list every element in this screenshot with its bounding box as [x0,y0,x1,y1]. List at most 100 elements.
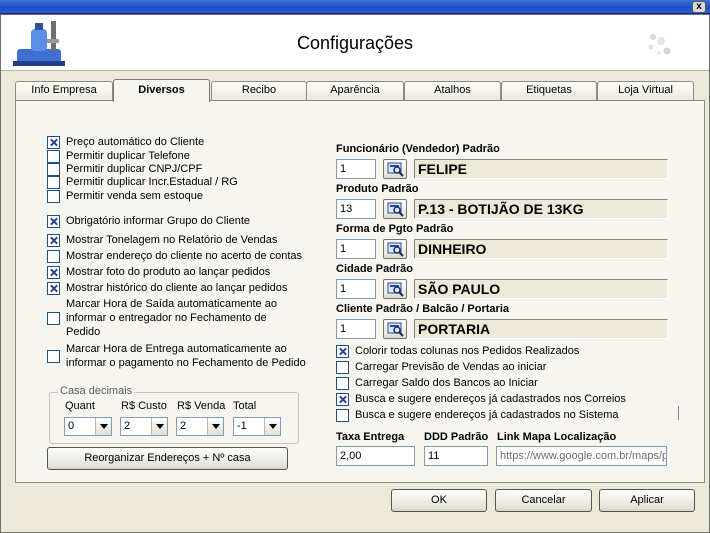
cancel-button[interactable]: Cancelar [495,489,592,512]
option-busca-correios[interactable]: Busca e sugere endereços já cadastrados … [336,392,686,406]
ddd-padrao-input[interactable]: 11 [424,446,488,466]
venda-select[interactable]: 2 [176,417,224,436]
checkbox[interactable] [47,215,60,228]
option-carregar-previsao[interactable]: Carregar Previsão de Vendas ao iniciar [336,360,686,374]
dialog-title: Configurações [296,33,414,53]
tab-strip: Info Empresa Diversos Recibo Aparência A… [15,79,705,102]
option-label: Busca e sugere endereços já cadastrados … [355,393,626,405]
quant-label: Quant [65,400,95,412]
option-label: Marcar Hora de Saída automaticamente ao … [66,298,277,338]
option-label: Mostrar histórico do cliente ao lançar p… [66,282,288,294]
cidade-code-input[interactable]: 1 [336,279,376,299]
option-hora-saida[interactable]: Marcar Hora de Saída automaticamente ao … [47,297,302,339]
ok-button[interactable]: OK [391,489,487,512]
close-button[interactable]: x [692,1,706,13]
checkbox[interactable] [336,393,349,406]
total-label: Total [233,400,257,412]
tab-info-empresa[interactable]: Info Empresa [15,81,113,100]
funcionario-label: Funcionário (Vendedor) Padrão [336,143,500,155]
option-label: Permitir duplicar Incr.Estadual / RG [66,176,238,188]
chevron-down-icon[interactable] [264,418,280,435]
produto-label: Produto Padrão [336,183,419,195]
checkbox[interactable] [336,409,349,422]
checkbox[interactable] [47,136,60,149]
forma-pgto-code-input[interactable]: 1 [336,239,376,259]
venda-value: 2 [180,420,187,432]
cliente-padrao-label: Cliente Padrão / Balcão / Portaria [336,303,510,315]
cliente-name-display: PORTARIA [414,319,668,339]
funcionario-code-input[interactable]: 1 [336,159,376,179]
option-colorir-colunas[interactable]: Colorir todas colunas nos Pedidos Realiz… [336,344,686,358]
search-icon [387,322,404,337]
tab-atalhos[interactable]: Atalhos [404,81,501,100]
link-mapa-label: Link Mapa Localização [497,431,617,443]
option-venda-sem-estoque[interactable]: Permitir venda sem estoque [47,189,317,203]
apply-button[interactable]: Aplicar [599,489,695,512]
option-busca-sistema[interactable]: Busca e sugere endereços já cadastrados … [336,408,686,422]
custo-select[interactable]: 2 [120,417,168,436]
option-label: Permitir venda sem estoque [66,190,203,202]
checkbox[interactable] [47,266,60,279]
option-mostrar-tonelagem[interactable]: Mostrar Tonelagem no Relatório de Vendas [47,233,317,247]
checkbox[interactable] [47,176,60,189]
option-mostrar-historico[interactable]: Mostrar histórico do cliente ao lançar p… [47,281,317,295]
taxa-entrega-input[interactable]: 2,00 [336,446,415,466]
tab-recibo[interactable]: Recibo [211,81,307,100]
ddd-padrao-label: DDD Padrão [424,431,489,443]
tab-etiquetas[interactable]: Etiquetas [501,81,597,100]
reorganizar-enderecos-button[interactable]: Reorganizar Endereços + Nº casa [47,447,288,470]
cliente-code-input[interactable]: 1 [336,319,376,339]
option-carregar-saldo[interactable]: Carregar Saldo dos Bancos ao Iniciar [336,376,686,390]
tab-panel-diversos: Preço automático do Cliente Permitir dup… [15,100,705,483]
produto-lookup-button[interactable] [383,199,407,219]
checkbox[interactable] [47,350,60,363]
option-label: Permitir duplicar CNPJ/CPF [66,163,203,175]
tab-aparencia[interactable]: Aparência [306,81,404,100]
option-obrigatorio-grupo[interactable]: Obrigatório informar Grupo do Cliente [47,214,317,228]
option-duplicar-cnpj[interactable]: Permitir duplicar CNPJ/CPF [47,162,317,176]
option-duplicar-telefone[interactable]: Permitir duplicar Telefone [47,149,317,163]
option-hora-entrega[interactable]: Marcar Hora de Entrega automaticamente a… [47,341,307,371]
checkbox[interactable] [336,361,349,374]
option-preco-automatico[interactable]: Preço automático do Cliente [47,135,317,149]
dialog-header: Configurações [1,15,709,71]
option-label: Marcar Hora de Entrega automaticamente a… [66,343,306,369]
checkbox[interactable] [47,234,60,247]
taxa-entrega-label: Taxa Entrega [336,431,405,443]
forma-pgto-label: Forma de Pgto Padrão [336,223,454,235]
quant-select[interactable]: 0 [64,417,112,436]
link-mapa-input[interactable]: https://www.google.com.br/maps/p [496,446,667,466]
chevron-down-icon[interactable] [95,418,111,435]
chevron-down-icon[interactable] [207,418,223,435]
option-mostrar-foto[interactable]: Mostrar foto do produto ao lançar pedido… [47,265,317,279]
produto-code-input[interactable]: 13 [336,199,376,219]
option-label: Carregar Saldo dos Bancos ao Iniciar [355,377,538,389]
option-label: Preço automático do Cliente [66,136,205,148]
checkbox[interactable] [47,250,60,263]
checkbox[interactable] [47,190,60,203]
total-select[interactable]: -1 [233,417,281,436]
venda-label: R$ Venda [177,400,226,412]
tab-loja-virtual[interactable]: Loja Virtual [597,81,694,100]
cidade-lookup-button[interactable] [383,279,407,299]
funcionario-name-display: FELIPE [414,159,668,179]
option-mostrar-endereco[interactable]: Mostrar endereço do cliente no acerto de… [47,249,322,263]
search-icon [387,282,404,297]
option-label: Mostrar endereço do cliente no acerto de… [66,250,303,262]
checkbox[interactable] [47,312,60,325]
funcionario-lookup-button[interactable] [383,159,407,179]
cidade-label: Cidade Padrão [336,263,414,275]
divider [678,406,679,420]
cliente-lookup-button[interactable] [383,319,407,339]
checkbox[interactable] [336,345,349,358]
option-label: Mostrar Tonelagem no Relatório de Vendas [66,234,278,246]
search-icon [387,242,404,257]
chevron-down-icon[interactable] [151,418,167,435]
option-duplicar-incr-estadual[interactable]: Permitir duplicar Incr.Estadual / RG [47,175,317,189]
checkbox[interactable] [47,282,60,295]
checkbox[interactable] [336,377,349,390]
title-bar: x [0,0,710,14]
forma-pgto-lookup-button[interactable] [383,239,407,259]
tab-diversos[interactable]: Diversos [113,79,210,102]
total-value: -1 [237,420,247,432]
